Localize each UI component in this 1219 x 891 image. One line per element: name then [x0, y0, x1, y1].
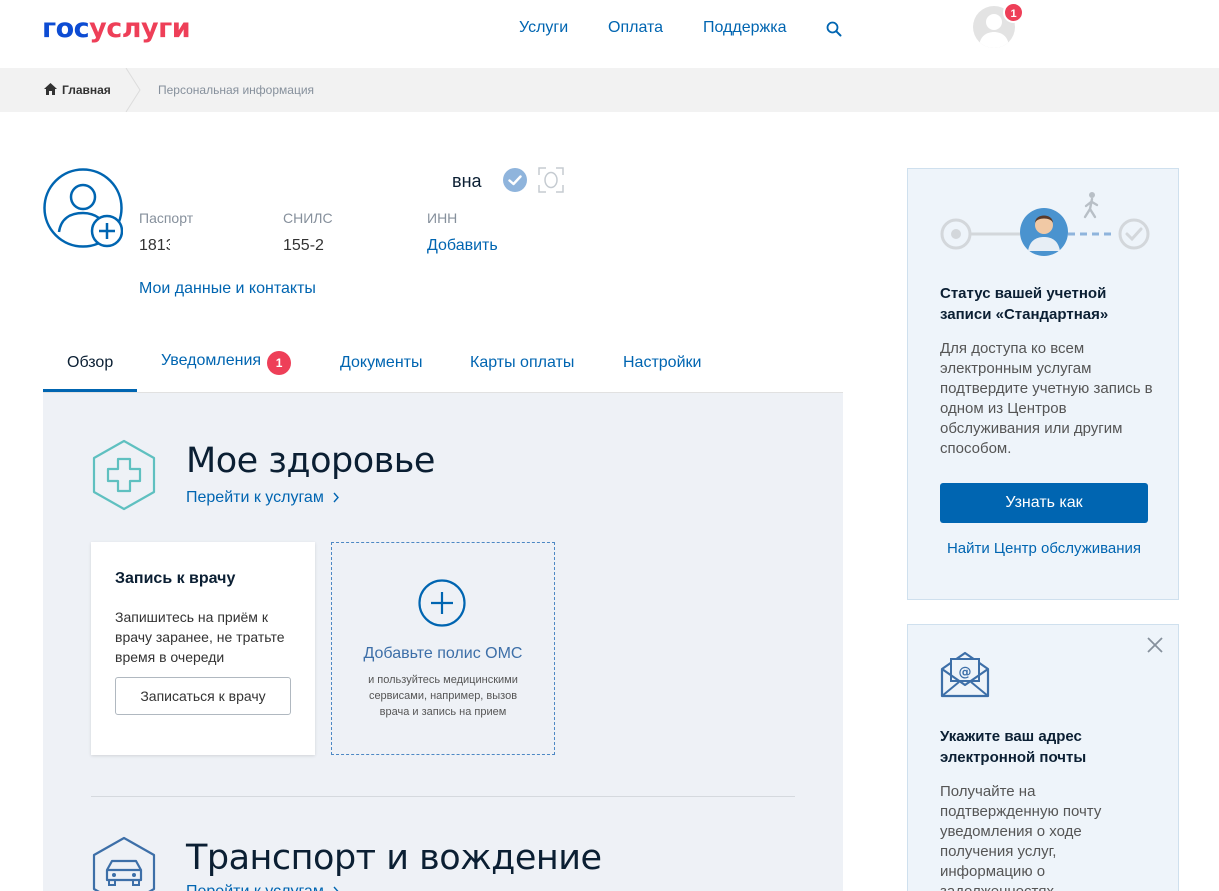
profile-tabs: Обзор Уведомления 1 Документы Карты оплат…	[43, 340, 843, 393]
tab-payment-cards[interactable]: Карты оплаты	[470, 353, 574, 373]
my-data-contacts-link[interactable]: Мои данные и контакты	[139, 280, 316, 298]
doctor-card-title: Запись к врачу	[115, 570, 236, 587]
chevron-right-icon	[333, 492, 340, 503]
breadcrumb: Главная Персональная информация	[0, 68, 1219, 112]
email-panel: @ Укажите ваш адрес электронной почты По…	[907, 624, 1179, 891]
overview-content: Мое здоровье Перейти к услугам Запись к …	[43, 393, 843, 891]
add-oms-policy-card[interactable]: Добавьте полис ОМС и пользуйтесь медицин…	[331, 542, 555, 755]
doctor-card-text: Запишитесь на приём к врачу заранее, не …	[115, 609, 285, 665]
search-icon[interactable]	[826, 21, 842, 37]
home-icon	[44, 83, 57, 95]
book-doctor-button[interactable]: Записаться к врачу	[115, 677, 291, 715]
logo-part-uslugi: услуги	[89, 13, 191, 44]
profile-avatar-add-photo-icon[interactable]	[43, 168, 123, 248]
breadcrumb-home-label: Главная	[62, 83, 111, 97]
passport-label: Паспорт	[139, 210, 194, 226]
notification-badge: 1	[1003, 2, 1024, 23]
find-service-center-link[interactable]: Найти Центр обслуживания	[940, 539, 1148, 558]
close-icon[interactable]	[1146, 636, 1164, 654]
add-plus-icon	[418, 579, 466, 627]
transport-services-link-label: Перейти к услугам	[186, 883, 324, 891]
logo-part-gos: гос	[42, 13, 90, 44]
svg-text:@: @	[959, 665, 972, 680]
verified-check-icon	[503, 168, 527, 192]
snils-value: 155-2	[283, 237, 324, 254]
nav-support[interactable]: Поддержка	[703, 18, 786, 38]
nav-services[interactable]: Услуги	[519, 18, 568, 38]
tab-notifications[interactable]: Уведомления 1	[161, 351, 292, 375]
chevron-right-icon	[333, 886, 339, 891]
account-status-text: Для доступа ко всем электронным услугам …	[940, 340, 1153, 457]
email-panel-title: Укажите ваш адрес электронной почты	[940, 728, 1087, 766]
tab-notifications-badge: 1	[267, 351, 292, 375]
email-envelope-icon: @	[940, 651, 990, 698]
gosuslugi-logo[interactable]: госуслуги	[42, 13, 191, 44]
tab-settings[interactable]: Настройки	[623, 353, 701, 373]
email-panel-text: Получайте на подтвержденную почту уведом…	[940, 783, 1102, 891]
site-header: госуслуги Услуги Оплата Поддержка 1	[0, 0, 1219, 68]
doctor-appointment-card: Запись к врачу Запишитесь на приём к вра…	[91, 542, 315, 755]
profile-name: вна	[452, 171, 482, 191]
health-section-title: Мое здоровье	[186, 441, 435, 481]
account-progress-illustration	[940, 192, 1150, 256]
transport-section-title: Транспорт и вождение	[186, 838, 602, 878]
inn-label: ИНН	[427, 210, 458, 226]
breadcrumb-home[interactable]: Главная	[44, 82, 111, 98]
account-status-panel: Статус вашей учетной записи «Стандартная…	[907, 168, 1179, 600]
tab-overview[interactable]: Обзор	[67, 353, 113, 373]
snils-label: СНИЛС	[283, 210, 333, 226]
oms-card-text: и пользуйтесь медицинскими сервисами, на…	[368, 674, 518, 718]
user-avatar[interactable]: 1	[973, 2, 1024, 48]
inn-add-link[interactable]: Добавить	[427, 237, 498, 255]
tab-documents[interactable]: Документы	[340, 353, 422, 373]
transport-services-link[interactable]: Перейти к услугам	[186, 883, 340, 891]
health-services-link[interactable]: Перейти к услугам	[186, 489, 340, 507]
passport-value: 1813	[139, 237, 170, 254]
nav-payment[interactable]: Оплата	[608, 18, 663, 38]
active-tab-indicator	[43, 389, 137, 392]
tab-notifications-label: Уведомления	[161, 352, 262, 369]
car-icon	[92, 836, 156, 891]
breadcrumb-separator	[125, 68, 141, 112]
learn-how-button[interactable]: Узнать как	[940, 483, 1148, 523]
oms-card-title: Добавьте полис ОМС	[363, 645, 523, 662]
health-cross-icon	[92, 439, 156, 511]
health-services-link-label: Перейти к услугам	[186, 489, 324, 506]
section-divider	[91, 796, 795, 797]
breadcrumb-current: Персональная информация	[158, 83, 315, 97]
biometrics-face-icon[interactable]	[538, 167, 564, 193]
account-status-title: Статус вашей учетной записи «Стандартная…	[940, 285, 1109, 323]
